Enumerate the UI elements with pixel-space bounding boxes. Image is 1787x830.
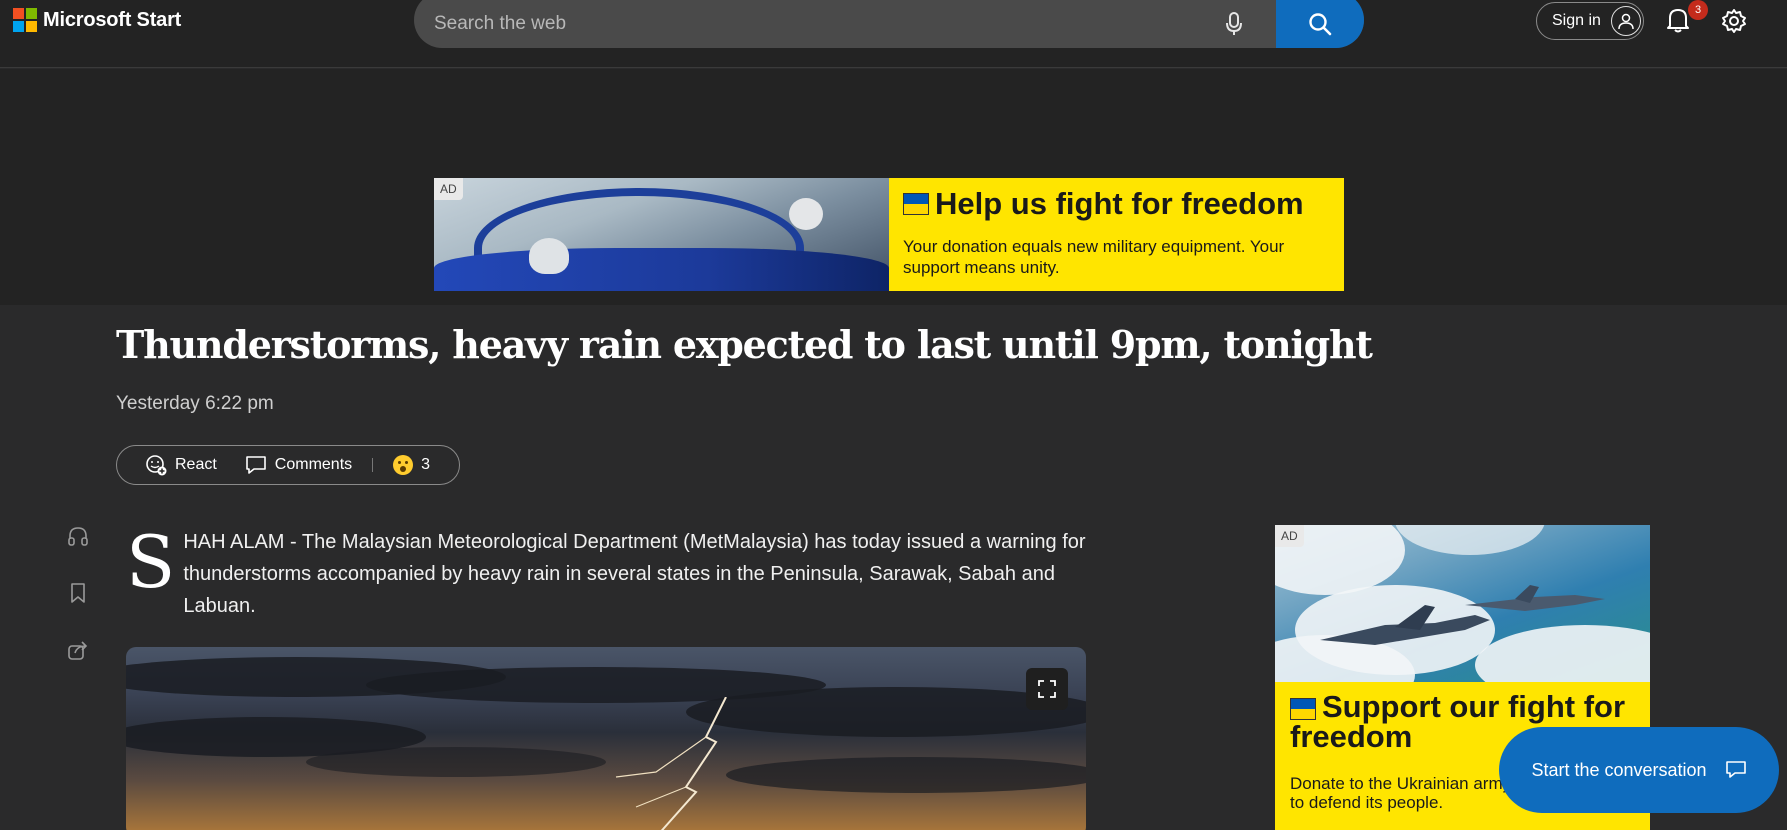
ad-title: Help us fight for freedom xyxy=(935,186,1304,221)
sign-in-button[interactable]: Sign in xyxy=(1536,2,1644,40)
start-conversation-button[interactable]: Start the conversation xyxy=(1499,727,1779,813)
search-input[interactable] xyxy=(414,0,1214,48)
settings-gear-icon[interactable] xyxy=(1721,8,1747,39)
search-button[interactable] xyxy=(1276,0,1364,48)
ad-jet-image: AD xyxy=(434,178,889,291)
article-lead-paragraph: S HAH ALAM - The Malaysian Meteorological… xyxy=(126,526,1086,622)
brand-name: Microsoft Start xyxy=(43,8,182,31)
ukraine-flag-icon xyxy=(903,193,929,215)
reaction-summary[interactable]: 3 xyxy=(393,455,430,475)
sign-in-label: Sign in xyxy=(1552,12,1601,29)
expand-fullscreen-icon[interactable] xyxy=(1026,668,1068,710)
ad-label: AD xyxy=(1275,525,1304,547)
article-side-tools xyxy=(66,525,90,661)
article-headline: Thunderstorms, heavy rain expected to la… xyxy=(116,322,1373,367)
ad-text: Your donation equals new military equipm… xyxy=(903,237,1285,277)
reaction-bar: React Comments 3 xyxy=(116,445,460,485)
react-label: React xyxy=(175,456,217,473)
article-hero-image[interactable] xyxy=(126,647,1086,830)
microsoft-logo-icon xyxy=(13,8,37,32)
lightning-bolt-graphic xyxy=(615,697,727,830)
ad-fighter-jets-image: AD xyxy=(1275,525,1650,682)
top-banner-ad[interactable]: AD Help us fight for freedom Your donati… xyxy=(434,178,1344,291)
chat-bubble-icon xyxy=(1725,761,1746,778)
listen-headphones-icon[interactable] xyxy=(66,525,90,547)
surprised-emoji-icon xyxy=(393,455,414,475)
user-avatar-icon xyxy=(1610,6,1641,36)
top-header: Microsoft Start Sign in 3 xyxy=(0,0,1787,68)
lead-text: HAH ALAM - The Malaysian Meteorological … xyxy=(183,531,1086,617)
ad-label: AD xyxy=(434,178,463,200)
drop-cap: S xyxy=(126,520,176,604)
comments-button[interactable]: Comments xyxy=(245,455,352,475)
react-button[interactable]: React xyxy=(145,454,217,476)
comment-icon xyxy=(245,456,266,474)
share-icon[interactable] xyxy=(66,639,90,661)
search-bar xyxy=(414,0,1364,48)
notification-count-badge: 3 xyxy=(1688,0,1708,20)
bookmark-icon[interactable] xyxy=(66,582,90,604)
reaction-count: 3 xyxy=(421,456,431,473)
chat-label: Start the conversation xyxy=(1531,759,1707,780)
search-icon xyxy=(1309,13,1332,36)
microphone-icon[interactable] xyxy=(1214,0,1254,48)
article-date: Yesterday 6:22 pm xyxy=(116,393,274,414)
ukraine-flag-icon xyxy=(1290,697,1316,720)
ad-copy: Help us fight for freedom Your donation … xyxy=(889,178,1344,291)
brand-logo[interactable]: Microsoft Start xyxy=(13,8,181,32)
divider xyxy=(372,458,374,472)
react-emoji-icon xyxy=(146,455,167,476)
comments-label: Comments xyxy=(274,456,353,473)
